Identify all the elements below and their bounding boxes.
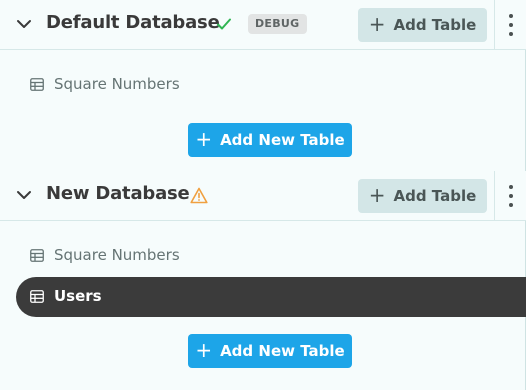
add-table-label: Add Table [393, 16, 477, 34]
table-item-label: Square Numbers [54, 246, 180, 264]
database-header-new: New Database + Add Table [0, 171, 526, 221]
chevron-down-icon[interactable] [14, 185, 34, 205]
table-item-square-numbers[interactable]: Square Numbers [16, 236, 526, 276]
table-item-label: Users [54, 287, 102, 305]
chevron-down-icon[interactable] [14, 14, 34, 34]
check-icon [217, 18, 231, 30]
database-header-default: Default Database DEBUG + Add Table [0, 0, 526, 50]
table-item-label: Square Numbers [54, 75, 180, 93]
more-options-icon[interactable] [494, 0, 526, 50]
database-title[interactable]: New Database [46, 183, 190, 204]
add-new-table-label: Add New Table [220, 131, 345, 149]
table-icon [30, 249, 44, 262]
plus-icon: + [195, 127, 213, 151]
add-new-table-button[interactable]: + Add New Table [188, 123, 352, 157]
table-icon [30, 290, 44, 303]
more-options-icon[interactable] [494, 171, 526, 221]
plus-icon: + [368, 12, 386, 36]
warning-icon [190, 187, 208, 204]
plus-icon: + [368, 183, 386, 207]
add-new-table-label: Add New Table [220, 342, 345, 360]
database-title[interactable]: Default Database [46, 12, 220, 33]
database-panel: Default Database DEBUG + Add Table Squar… [0, 0, 526, 390]
add-table-button[interactable]: + Add Table [358, 8, 487, 42]
plus-icon: + [195, 338, 213, 362]
add-table-button[interactable]: + Add Table [358, 179, 487, 213]
debug-badge: DEBUG [248, 14, 307, 34]
table-item-square-numbers[interactable]: Square Numbers [16, 65, 526, 105]
add-new-table-button[interactable]: + Add New Table [188, 334, 352, 368]
add-table-label: Add Table [393, 187, 477, 205]
table-item-users[interactable]: Users [16, 277, 526, 317]
table-icon [30, 78, 44, 91]
